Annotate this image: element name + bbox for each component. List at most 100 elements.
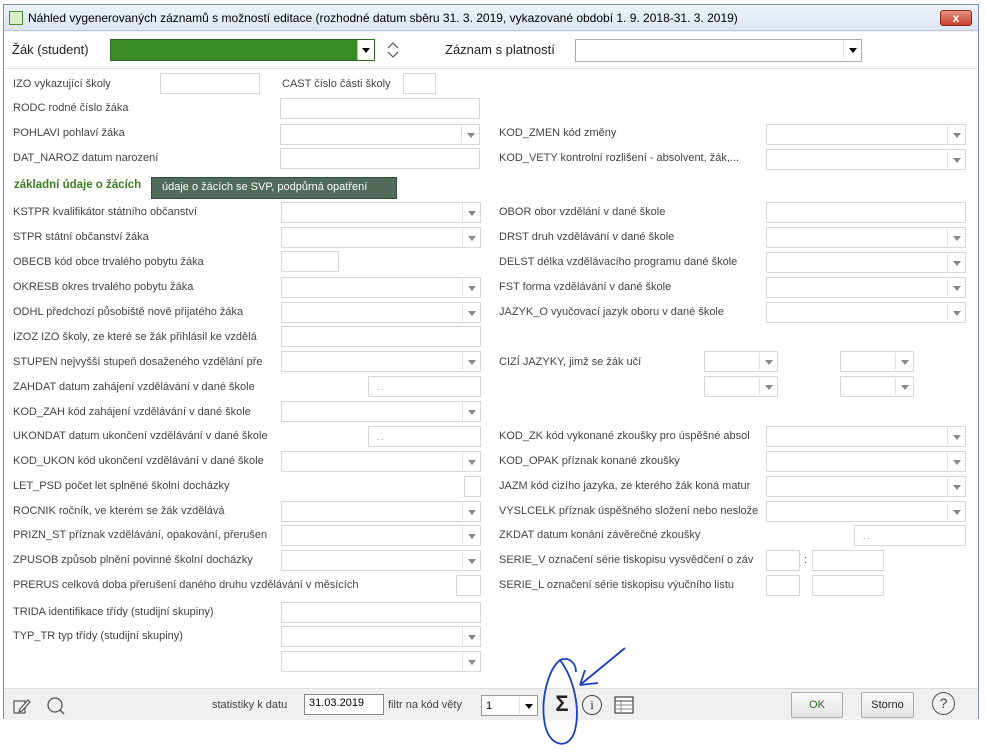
trida-label: TRIDA identifikace třídy (studijní skupi…: [13, 606, 214, 618]
edit-icon[interactable]: [12, 696, 32, 716]
odhl-field[interactable]: [281, 302, 481, 323]
chevron-down-icon[interactable]: [462, 229, 479, 246]
serie-v-label: SERIE_V označení série tiskopisu vysvědč…: [499, 554, 754, 566]
storno-button[interactable]: Storno: [861, 692, 914, 718]
kod-zah-field[interactable]: [281, 401, 481, 422]
app-edit-icon: [9, 11, 23, 25]
kod-ukon-field[interactable]: [281, 451, 481, 472]
cast-field[interactable]: [403, 73, 436, 94]
chevron-down-icon[interactable]: [947, 279, 964, 296]
kod-vety-field[interactable]: [766, 149, 966, 170]
chevron-down-icon[interactable]: [462, 503, 479, 520]
prerus-field[interactable]: [456, 575, 481, 596]
zpusob-field[interactable]: [281, 550, 481, 571]
chevron-down-icon[interactable]: [947, 126, 964, 143]
stats-date-input[interactable]: 31.03.2019: [304, 694, 384, 715]
kod-zmen-label: KOD_ZMEN kód změny: [499, 127, 617, 139]
student-dropdown-button[interactable]: [357, 40, 374, 60]
chevron-down-icon[interactable]: [947, 453, 964, 470]
kod-opak-field[interactable]: [766, 451, 966, 472]
obor-field[interactable]: [766, 202, 966, 223]
delst-label: DELST délka vzdělávacího programu dané š…: [499, 256, 738, 268]
chevron-down-icon[interactable]: [895, 378, 912, 395]
chevron-down-icon[interactable]: [843, 41, 860, 58]
serie-l-field-2[interactable]: [812, 575, 884, 596]
typ-tr-field-2[interactable]: [281, 651, 481, 672]
chevron-down-icon[interactable]: [462, 527, 479, 544]
ukondat-field[interactable]: . .: [368, 426, 481, 447]
chevron-down-icon[interactable]: [947, 304, 964, 321]
izoz-field[interactable]: [281, 326, 481, 347]
tab-svp[interactable]: údaje o žácích se SVP, podpůrná opatření: [151, 177, 397, 199]
trida-field[interactable]: [281, 602, 481, 623]
let-psd-label: LET_PSD počet let splněné školní docházk…: [13, 480, 230, 492]
vyslcelk-field[interactable]: [766, 501, 966, 522]
obecb-field[interactable]: [281, 251, 339, 272]
chevron-down-icon[interactable]: [462, 628, 479, 645]
drst-field[interactable]: [766, 227, 966, 248]
cizi-4-field[interactable]: [840, 376, 914, 397]
cizi-1-field[interactable]: [704, 351, 778, 372]
zahdat-field[interactable]: . .: [368, 376, 481, 397]
cizi-2-field[interactable]: [840, 351, 914, 372]
chevron-down-icon[interactable]: [895, 353, 912, 370]
cizi-3-field[interactable]: [704, 376, 778, 397]
help-icon[interactable]: ?: [932, 692, 955, 715]
chevron-down-icon[interactable]: [462, 552, 479, 569]
typ-tr-field[interactable]: [281, 626, 481, 647]
chevron-down-icon[interactable]: [461, 126, 478, 143]
updown-chevron-icon[interactable]: [386, 40, 400, 60]
dat-naroz-field[interactable]: [280, 148, 480, 169]
serie-l-field-1[interactable]: [766, 575, 800, 596]
izo-field[interactable]: [160, 73, 260, 94]
chevron-down-icon[interactable]: [947, 151, 964, 168]
odhl-label: ODHL předchozí působiště nově přijatého …: [13, 306, 244, 318]
chevron-down-icon[interactable]: [462, 653, 479, 670]
dat-naroz-label: DAT_NAROZ datum narození: [13, 152, 159, 164]
stpr-label: STPR státní občanství žáka: [13, 231, 149, 243]
stupen-field[interactable]: [281, 351, 481, 372]
jazm-field[interactable]: [766, 476, 966, 497]
bottom-bar: statistiky k datu 31.03.2019 filtr na kó…: [4, 688, 978, 720]
zkdat-field[interactable]: . .: [854, 525, 966, 546]
prizn-st-field[interactable]: [281, 525, 481, 546]
okresb-field[interactable]: [281, 277, 481, 298]
chevron-down-icon[interactable]: [759, 378, 776, 395]
pohlavi-field[interactable]: [280, 124, 480, 145]
chevron-down-icon[interactable]: [947, 503, 964, 520]
close-button[interactable]: x: [940, 10, 972, 26]
student-select[interactable]: [110, 39, 375, 61]
chevron-down-icon[interactable]: [947, 229, 964, 246]
chevron-down-icon[interactable]: [462, 453, 479, 470]
chevron-down-icon[interactable]: [462, 403, 479, 420]
kstpr-field[interactable]: [281, 202, 481, 223]
kod-vety-label: KOD_VETY kontrolní rozlišení - absolvent…: [499, 152, 740, 164]
chevron-down-icon[interactable]: [947, 254, 964, 271]
ok-button[interactable]: OK: [791, 692, 843, 718]
jazyk-o-field[interactable]: [766, 302, 966, 323]
chevron-down-icon[interactable]: [759, 353, 776, 370]
chevron-down-icon[interactable]: [462, 204, 479, 221]
delst-field[interactable]: [766, 252, 966, 273]
stupen-label: STUPEN nejvyšší stupeň dosaženého vzdělá…: [13, 356, 263, 368]
chevron-down-icon[interactable]: [462, 279, 479, 296]
serie-v-field-2[interactable]: [812, 550, 884, 571]
tab-basic[interactable]: základní údaje o žácích: [14, 179, 141, 191]
kod-zmen-field[interactable]: [766, 124, 966, 145]
chevron-down-icon[interactable]: [462, 304, 479, 321]
obor-label: OBOR obor vzdělání v dané škole: [499, 206, 666, 218]
chevron-down-icon[interactable]: [462, 353, 479, 370]
serie-v-field-1[interactable]: [766, 550, 800, 571]
rocnik-field[interactable]: [281, 501, 481, 522]
filter-value: 1: [486, 700, 493, 712]
rodc-field[interactable]: [280, 98, 480, 119]
fst-field[interactable]: [766, 277, 966, 298]
search-icon[interactable]: [46, 696, 66, 716]
chevron-down-icon[interactable]: [947, 478, 964, 495]
record-select[interactable]: [575, 39, 862, 62]
kod-zk-field[interactable]: [766, 426, 966, 447]
let-psd-field[interactable]: [464, 476, 481, 497]
chevron-down-icon[interactable]: [947, 428, 964, 445]
filter-label: filtr na kód věty: [388, 699, 462, 711]
stpr-field[interactable]: [281, 227, 481, 248]
